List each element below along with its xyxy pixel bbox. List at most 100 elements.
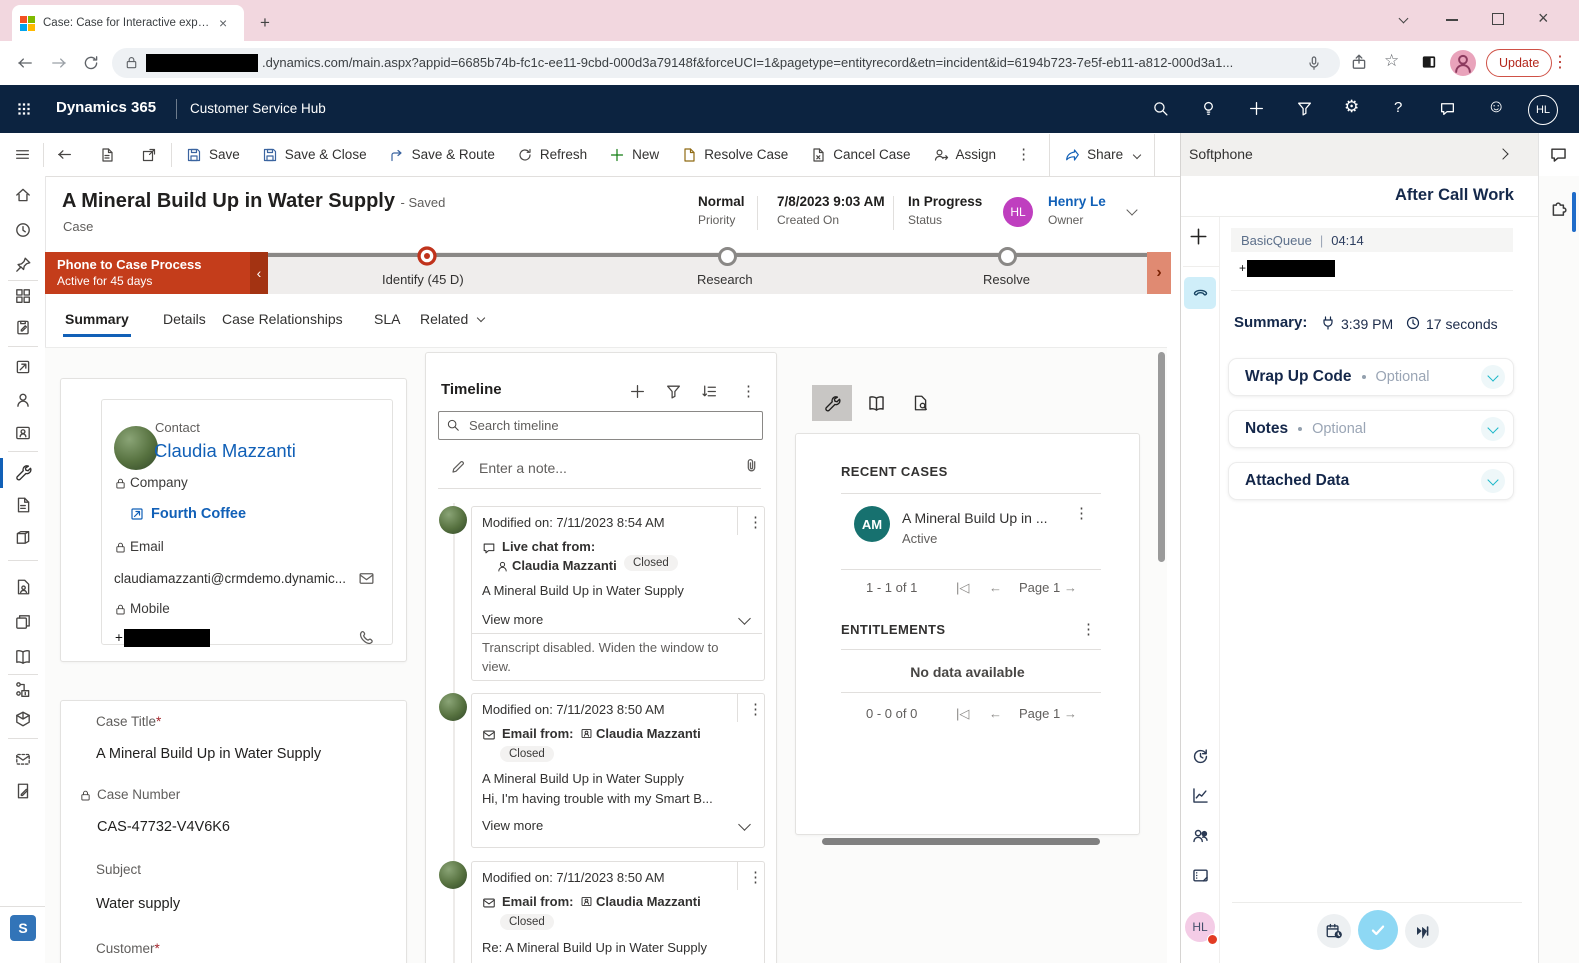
timeline-search-input[interactable] (438, 411, 763, 440)
tab-related-chevron-icon[interactable] (477, 314, 485, 322)
brand-title[interactable]: Dynamics 365 (56, 99, 156, 116)
stage-identify-label[interactable]: Identify (45 D) (382, 272, 464, 287)
conversations-chat-icon[interactable] (1549, 145, 1568, 164)
case-title-value[interactable]: A Mineral Build Up in Water Supply (96, 746, 321, 762)
entry-more-icon[interactable]: ⋮ (748, 870, 763, 885)
horizontal-scrollbar[interactable] (822, 838, 1100, 845)
notes-section[interactable]: Notes Optional (1228, 410, 1514, 448)
window-minimize-icon[interactable] (1446, 19, 1458, 21)
timeline-filter-icon[interactable] (665, 383, 682, 400)
quick-create-plus-icon[interactable] (1248, 100, 1265, 117)
vertical-scrollbar[interactable] (1158, 352, 1165, 562)
tab-summary[interactable]: Summary (65, 311, 129, 327)
stage-research-label[interactable]: Research (697, 272, 753, 287)
recent-case-title[interactable]: A Mineral Build Up in ... (902, 510, 1048, 526)
popout-icon[interactable] (141, 147, 157, 163)
browser-reload-icon[interactable] (82, 54, 100, 72)
recent-case-more-icon[interactable]: ⋮ (1074, 506, 1089, 521)
owner-avatar[interactable]: HL (1003, 197, 1033, 227)
browser-profile-avatar[interactable] (1450, 50, 1476, 76)
timeline-sort-icon[interactable] (701, 383, 718, 400)
chevron-down-icon[interactable] (1481, 469, 1505, 493)
pane-tab-knowledge-book[interactable] (856, 385, 896, 421)
complete-acw-check-button[interactable] (1358, 910, 1398, 950)
nav-accounts-icon[interactable] (14, 358, 32, 376)
nav-pages-copy-icon[interactable] (14, 613, 32, 631)
contacts-people-icon[interactable] (1191, 826, 1210, 845)
call-phone-icon[interactable] (358, 629, 375, 646)
next-page-icon[interactable]: → (1064, 580, 1077, 595)
new-tab-button[interactable]: + (260, 13, 270, 33)
attachment-paperclip-icon[interactable] (743, 457, 760, 474)
process-scroll-left-button[interactable]: ‹ (250, 252, 268, 294)
browser-tab[interactable]: Case: Case for Interactive experie × (12, 5, 244, 41)
nav-dashboards-icon[interactable] (14, 287, 32, 305)
window-maximize-icon[interactable] (1492, 13, 1504, 25)
nav-articles-doc-icon[interactable] (14, 496, 32, 514)
nav-cases-wrench-icon[interactable] (14, 463, 32, 481)
browser-update-button[interactable]: Update (1486, 49, 1552, 77)
entry-more-icon[interactable]: ⋮ (748, 702, 763, 717)
contact-photo[interactable] (114, 426, 158, 470)
overflow-menu-icon[interactable]: ⋮ (1016, 147, 1031, 162)
apps-puzzle-icon[interactable] (1549, 197, 1569, 217)
search-icon[interactable] (1152, 100, 1169, 117)
call-history-icon[interactable] (1191, 747, 1210, 766)
note-entry-field[interactable]: Enter a note... (479, 460, 567, 476)
user-avatar[interactable]: HL (1528, 95, 1558, 125)
stats-chart-icon[interactable] (1191, 786, 1210, 805)
view-more-link[interactable]: View more (482, 612, 543, 627)
nav-pinned-pin-icon[interactable] (14, 256, 32, 274)
smiley-icon[interactable]: ☺ (1487, 96, 1505, 117)
stage-resolve-circle-icon[interactable] (998, 247, 1017, 266)
email-value[interactable]: claudiamazzanti@crmdemo.dynamic... (114, 571, 352, 586)
timeline-entry[interactable]: Modified on: 7/11/2023 8:50 AM ⋮ Email f… (471, 693, 765, 848)
timeline-more-icon[interactable]: ⋮ (741, 384, 756, 399)
collapse-panel-chevron-icon[interactable] (1497, 148, 1508, 159)
wrap-up-code-section[interactable]: Wrap Up Code Optional (1228, 358, 1514, 396)
nav-products-box-icon[interactable] (14, 710, 32, 728)
nav-drafts-page-icon[interactable] (14, 782, 32, 800)
url-bar[interactable]: .dynamics.com/main.aspx?appid=6685b74b-f… (112, 48, 1340, 78)
share-button[interactable]: Share (1064, 147, 1140, 163)
mic-icon[interactable] (1306, 55, 1322, 71)
nav-knowledge-book-icon[interactable] (14, 648, 32, 666)
nav-activities-clipboard-icon[interactable] (14, 318, 32, 336)
pane-tab-doc-search[interactable] (900, 385, 940, 421)
resolve-case-button[interactable]: Resolve Case (681, 147, 788, 163)
entry-more-icon[interactable]: ⋮ (748, 515, 763, 530)
nav-social-profiles-icon[interactable] (14, 424, 32, 442)
settings-gear-icon[interactable]: ⚙ (1344, 97, 1359, 117)
entitlements-more-icon[interactable]: ⋮ (1081, 622, 1096, 637)
form-selector-icon[interactable] (99, 147, 115, 163)
stage-research-circle-icon[interactable] (718, 247, 737, 266)
active-call-session-button[interactable] (1184, 277, 1216, 309)
send-email-icon[interactable] (358, 570, 375, 587)
first-page-icon[interactable]: |◁ (956, 580, 969, 596)
save-and-close-button[interactable]: Save & Close (262, 147, 367, 163)
tab-related[interactable]: Related (420, 311, 468, 327)
first-page-icon[interactable]: |◁ (956, 706, 969, 722)
notes-card-icon[interactable] (1191, 866, 1210, 885)
prev-page-icon[interactable]: ← (989, 706, 1002, 721)
app-name[interactable]: Customer Service Hub (190, 101, 326, 116)
timeline-add-plus-icon[interactable] (629, 383, 646, 400)
back-button[interactable] (56, 146, 73, 163)
case-number-value[interactable]: CAS-47732-V4V6K6 (97, 819, 230, 835)
sitemap-toggle-button[interactable] (14, 146, 31, 163)
browser-forward-icon[interactable] (50, 54, 68, 72)
subject-value[interactable]: Water supply (96, 896, 180, 912)
owner-link[interactable]: Henry Le (1048, 194, 1106, 209)
timeline-entry[interactable]: Modified on: 7/11/2023 8:54 AM ⋮ Live ch… (471, 506, 765, 681)
header-expand-chevron-icon[interactable] (1126, 204, 1137, 215)
nav-library-books-icon[interactable] (14, 528, 32, 546)
window-close-icon[interactable]: × (1538, 8, 1549, 29)
nav-queues-doc-person-icon[interactable] (14, 578, 32, 596)
help-icon[interactable]: ? (1394, 99, 1402, 116)
tab-close-icon[interactable]: × (219, 15, 227, 31)
tab-sla[interactable]: SLA (374, 311, 400, 327)
area-switcher-button[interactable]: S (10, 915, 36, 941)
stage-resolve-label[interactable]: Resolve (983, 272, 1030, 287)
nav-connections-branch-icon[interactable] (14, 680, 32, 698)
view-more-chevron-icon[interactable] (738, 818, 751, 831)
